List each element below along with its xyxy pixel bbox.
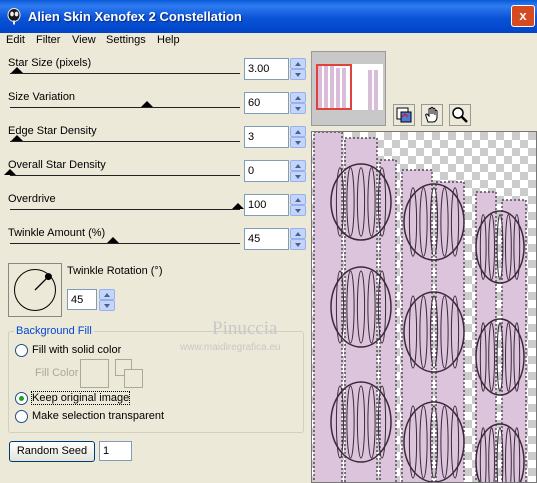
slider-track[interactable] xyxy=(10,243,240,244)
app-icon xyxy=(7,8,21,25)
window-title: Alien Skin Xenofex 2 Constellation xyxy=(28,9,242,24)
make-transparent-radio[interactable] xyxy=(15,410,28,423)
menu-help[interactable]: Help xyxy=(157,34,180,46)
close-button[interactable]: x xyxy=(511,5,535,27)
fill-color-tertiary-swatch[interactable] xyxy=(124,369,143,388)
preview-toggle-icon[interactable] xyxy=(393,104,415,126)
dial-needle-icon xyxy=(34,273,52,291)
controls-panel: Star Size (pixels) 3.00 Size Variation 6… xyxy=(0,51,309,483)
slider-label: Overall Star Density xyxy=(8,159,106,171)
preview-image xyxy=(313,132,527,482)
spin-down-icon[interactable] xyxy=(290,103,306,114)
preview-canvas[interactable] xyxy=(311,131,537,483)
twinkle-amount-spinner[interactable] xyxy=(290,228,306,250)
twinkle-rotation-input[interactable]: 45 xyxy=(67,289,97,310)
spin-up-icon[interactable] xyxy=(290,126,306,137)
slider-track[interactable] xyxy=(10,141,240,142)
edge-star-density-spinner[interactable] xyxy=(290,126,306,148)
edge-star-density-input[interactable]: 3 xyxy=(244,126,289,148)
slider-label: Overdrive xyxy=(8,193,56,205)
spin-up-icon[interactable] xyxy=(99,289,115,300)
spin-down-icon[interactable] xyxy=(290,69,306,80)
rotation-dial[interactable] xyxy=(8,263,62,317)
menu-settings[interactable]: Settings xyxy=(106,34,146,46)
spin-down-icon[interactable] xyxy=(290,239,306,250)
spin-down-icon[interactable] xyxy=(99,300,115,311)
twinkle-amount-input[interactable]: 45 xyxy=(244,228,289,250)
size-variation-input[interactable]: 60 xyxy=(244,92,289,114)
overall-star-density-input[interactable]: 0 xyxy=(244,160,289,182)
star-size-input[interactable]: 3.00 xyxy=(244,58,289,80)
spin-down-icon[interactable] xyxy=(290,171,306,182)
keep-original-radio[interactable] xyxy=(15,392,28,405)
overall-star-density-spinner[interactable] xyxy=(290,160,306,182)
slider-thumb[interactable] xyxy=(106,237,119,243)
hand-icon[interactable] xyxy=(421,104,443,126)
watermark-name: Pinuccia xyxy=(212,318,278,339)
navigator-thumbnail[interactable] xyxy=(311,51,386,126)
overdrive-spinner[interactable] xyxy=(290,194,306,216)
fill-color-swatch[interactable] xyxy=(80,359,109,388)
spin-up-icon[interactable] xyxy=(290,92,306,103)
slider-thumb[interactable] xyxy=(10,135,23,141)
keep-original-label[interactable]: Keep original image xyxy=(30,391,131,405)
fill-solid-label[interactable]: Fill with solid color xyxy=(32,344,121,356)
spin-up-icon[interactable] xyxy=(290,228,306,239)
twinkle-rotation-spinner[interactable] xyxy=(99,289,115,311)
menu-filter[interactable]: Filter xyxy=(36,34,60,46)
overdrive-input[interactable]: 100 xyxy=(244,194,289,216)
slider-thumb[interactable] xyxy=(140,101,153,107)
zoom-icon[interactable] xyxy=(449,104,471,126)
navigator-viewport[interactable] xyxy=(316,64,352,110)
spin-up-icon[interactable] xyxy=(290,58,306,69)
random-seed-input[interactable]: 1 xyxy=(99,441,132,461)
slider-thumb[interactable] xyxy=(232,203,244,209)
slider-label: Twinkle Amount (%) xyxy=(8,227,106,239)
watermark-url: www.maidiregrafica.eu xyxy=(180,342,281,353)
fill-solid-radio[interactable] xyxy=(15,344,28,357)
menu-bar: Edit Filter View Settings Help xyxy=(0,33,537,51)
twinkle-rotation-label: Twinkle Rotation (°) xyxy=(67,265,163,277)
menu-edit[interactable]: Edit xyxy=(6,34,25,46)
slider-thumb[interactable] xyxy=(4,169,16,175)
spin-up-icon[interactable] xyxy=(290,194,306,205)
make-transparent-label[interactable]: Make selection transparent xyxy=(32,410,164,422)
slider-track[interactable] xyxy=(10,209,240,210)
fill-color-label: Fill Color xyxy=(35,367,79,379)
slider-track[interactable] xyxy=(10,73,240,74)
menu-view[interactable]: View xyxy=(72,34,96,46)
slider-track[interactable] xyxy=(10,107,240,108)
spin-up-icon[interactable] xyxy=(290,160,306,171)
random-seed-button[interactable]: Random Seed xyxy=(9,441,95,462)
spin-down-icon[interactable] xyxy=(290,137,306,148)
slider-track[interactable] xyxy=(10,175,240,176)
size-variation-spinner[interactable] xyxy=(290,92,306,114)
spin-down-icon[interactable] xyxy=(290,205,306,216)
slider-thumb[interactable] xyxy=(10,67,23,73)
star-size-spinner[interactable] xyxy=(290,58,306,80)
title-bar[interactable]: Alien Skin Xenofex 2 Constellation x xyxy=(0,0,537,33)
slider-label: Size Variation xyxy=(8,91,76,103)
group-title: Background Fill xyxy=(14,325,94,337)
